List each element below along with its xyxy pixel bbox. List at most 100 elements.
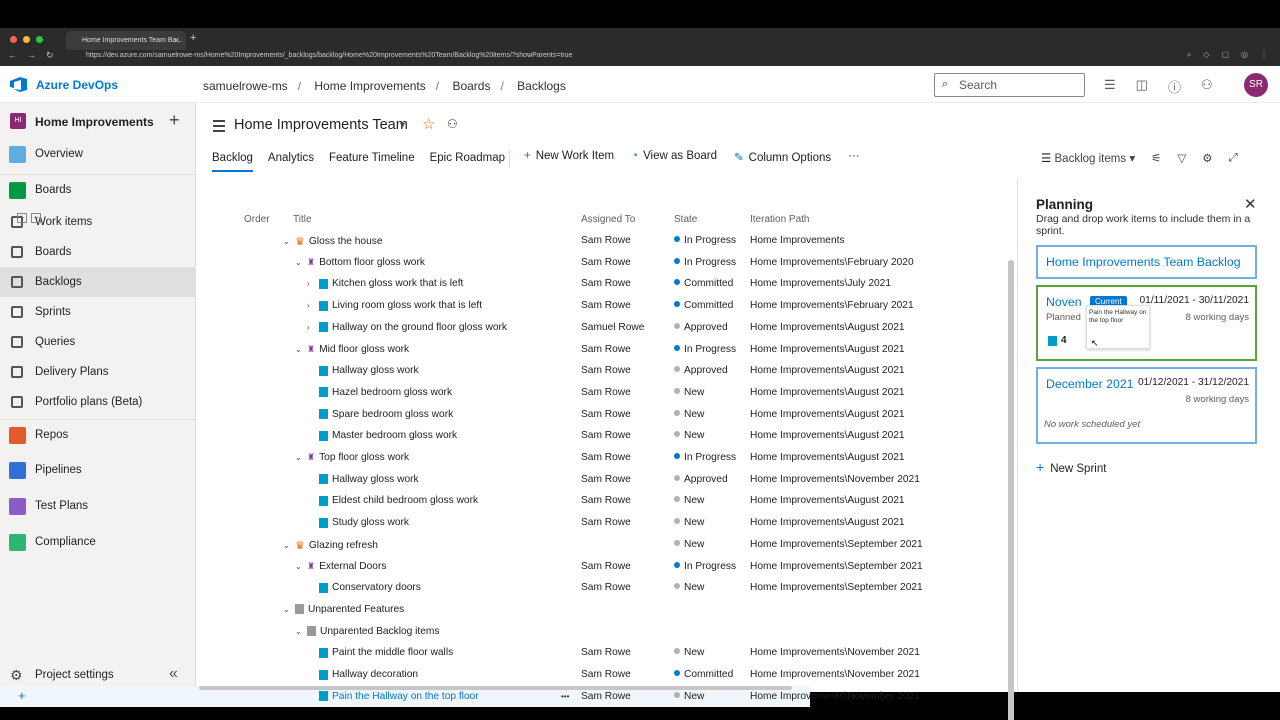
work-item-title[interactable]: Conservatory doors [332, 582, 421, 593]
menu-icon[interactable]: ⋮ [1260, 50, 1268, 60]
sprint-name[interactable]: Noven [1046, 295, 1082, 309]
work-item-title[interactable]: Hallway gloss work [332, 365, 419, 376]
new-tab-icon[interactable]: + [190, 32, 196, 44]
new-work-item-button[interactable]: + New Work Item [524, 150, 614, 168]
chevron-right-icon[interactable]: › [307, 279, 319, 288]
extension-icon[interactable]: ◎ [1241, 50, 1248, 60]
favorite-star-icon[interactable]: ☆ [422, 115, 435, 133]
team-backlog-card[interactable]: Home Improvements Team Backlog [1036, 245, 1257, 279]
table-row[interactable]: ⌄ ♜ External Doors Sam Rowe In Progress Home … [0, 556, 923, 578]
table-row[interactable]: ⌄ ♜ Mid floor gloss work Sam Rowe In Progres… [0, 339, 905, 361]
team-members-icon[interactable]: ⚇ [447, 117, 458, 131]
tab-backlog[interactable]: Backlog [212, 152, 253, 172]
table-row[interactable]: ⌄ ♛ Glazing refresh New Home Improvements\Se… [0, 534, 923, 556]
reload-icon[interactable]: ↻ [46, 50, 54, 61]
sprint-card-current[interactable]: Noven Current 01/11/2021 - 30/11/2021 Pl… [1036, 285, 1257, 361]
chevron-down-icon[interactable]: ⌄ [295, 258, 307, 267]
close-icon[interactable]: ✕ [1244, 195, 1257, 213]
address-bar[interactable]: https://dev.azure.com/samuelrowe-ms/Home… [86, 50, 1036, 63]
column-header-title[interactable]: Title [293, 208, 312, 230]
work-item-title[interactable]: Master bedroom gloss work [332, 430, 457, 441]
tab-analytics[interactable]: Analytics [268, 152, 314, 172]
avatar[interactable]: SR [1244, 73, 1268, 97]
window-controls[interactable] [10, 36, 43, 43]
work-item-title[interactable]: Hallway on the ground floor gloss work [332, 322, 507, 333]
chevron-down-icon[interactable]: ▾ [400, 120, 405, 131]
expand-all-icon[interactable]: + [17, 213, 27, 223]
table-row[interactable]: › Kitchen gloss work that is left Sam Rowe… [0, 273, 891, 295]
chevron-down-icon[interactable]: ⌄ [283, 605, 295, 614]
work-item-title[interactable]: Living room gloss work that is left [332, 300, 482, 311]
table-row[interactable]: Eldest child bedroom gloss work Sam Rowe N… [0, 490, 905, 512]
work-item-title[interactable]: Kitchen gloss work that is left [332, 278, 463, 289]
chevron-right-icon[interactable]: › [307, 301, 319, 310]
filter-icon[interactable]: ▽ [1177, 151, 1186, 165]
breadcrumb-org[interactable]: samuelrowe-ms [203, 79, 288, 93]
column-header-order[interactable]: Order [244, 208, 270, 230]
new-sprint-button[interactable]: + New Sprint [1036, 459, 1106, 475]
search-box[interactable]: ⌕ Search [934, 73, 1085, 97]
column-options-button[interactable]: ✎ Column Options [734, 150, 831, 168]
add-icon[interactable]: + [18, 688, 26, 703]
close-window-icon[interactable] [10, 36, 17, 43]
product-name[interactable]: Azure DevOps [36, 78, 118, 92]
breadcrumb-backlogs[interactable]: Backlogs [517, 79, 566, 93]
minimize-window-icon[interactable] [23, 36, 30, 43]
sidebar-item-overview[interactable]: Overview [0, 139, 196, 169]
table-row[interactable]: Master bedroom gloss work Sam Rowe New Home… [0, 425, 905, 447]
tab-feature-timeline[interactable]: Feature Timeline [329, 152, 415, 172]
maximize-window-icon[interactable] [36, 36, 43, 43]
work-item-title[interactable]: Paint the middle floor walls [332, 647, 453, 658]
chevron-down-icon[interactable]: ⌄ [295, 627, 307, 636]
work-item-title[interactable]: Mid floor gloss work [319, 344, 409, 355]
more-actions-icon[interactable]: ··· [848, 150, 860, 168]
column-header-assigned-to[interactable]: Assigned To [581, 208, 635, 230]
back-icon[interactable]: ← [8, 50, 17, 61]
extension-icon[interactable]: ◇ [1203, 50, 1209, 60]
shopping-bag-icon[interactable]: ◫ [1136, 77, 1148, 96]
chevron-down-icon[interactable]: ⌄ [295, 453, 307, 462]
table-row[interactable]: ⌄ Unparented Features [0, 599, 810, 621]
view-settings-icon[interactable]: ⚟ [1151, 151, 1161, 165]
work-item-title[interactable]: Hallway decoration [332, 669, 418, 680]
table-row[interactable]: Hallway decoration Sam Rowe Committed Home … [0, 664, 920, 686]
user-settings-icon[interactable]: ⚇ [1201, 77, 1213, 96]
browser-tab[interactable]: Home Improvements Team Ba... ✕ [66, 31, 186, 50]
table-row[interactable]: ⌄ Unparented Backlog items [0, 621, 810, 643]
collapse-all-icon[interactable]: − [31, 213, 41, 223]
project-header[interactable]: HI Home Improvements + [0, 103, 196, 139]
breadcrumb-boards[interactable]: Boards [452, 79, 490, 93]
sprint-card-december[interactable]: December 2021 01/12/2021 - 31/12/2021 8 … [1036, 367, 1257, 444]
chevron-right-icon[interactable]: › [307, 323, 319, 332]
table-row[interactable]: Conservatory doors Sam Rowe New Home Improv… [0, 577, 923, 599]
team-title[interactable]: Home Improvements Team [234, 117, 408, 133]
table-row[interactable]: Hallway gloss work Sam Rowe Approved Home I… [0, 469, 920, 491]
work-item-title[interactable]: Hallway gloss work [332, 474, 419, 485]
table-row[interactable]: Spare bedroom gloss work Sam Rowe New Home … [0, 404, 905, 426]
table-row[interactable]: ⌄ ♜ Top floor gloss work Sam Rowe In Progres… [0, 447, 905, 469]
work-item-title[interactable]: Unparented Features [308, 604, 404, 615]
extension-icon[interactable]: ▢ [1221, 50, 1229, 60]
work-item-title[interactable]: Top floor gloss work [319, 452, 409, 463]
breadcrumb-project[interactable]: Home Improvements [314, 79, 425, 93]
column-header-iteration-path[interactable]: Iteration Path [750, 208, 809, 230]
work-item-title[interactable]: Gloss the house [309, 236, 383, 247]
list-icon[interactable]: ☰ [1104, 77, 1116, 96]
table-row[interactable]: Hallway gloss work Sam Rowe Approved Home I… [0, 360, 905, 382]
work-item-title[interactable]: Hazel bedroom gloss work [332, 387, 452, 398]
table-row[interactable]: ⌄ ♛ Gloss the house Sam Rowe In Progress Home… [0, 230, 845, 252]
table-row[interactable]: ⌄ ♜ Bottom floor gloss work Sam Rowe In Prog… [0, 252, 914, 274]
table-row[interactable]: Study gloss work Sam Rowe New Home Improvem… [0, 512, 905, 534]
work-item-title[interactable]: Bottom floor gloss work [319, 257, 425, 268]
chevron-down-icon[interactable]: ⌄ [295, 562, 307, 571]
work-item-title[interactable]: External Doors [319, 561, 386, 572]
work-item-title[interactable]: Unparented Backlog items [320, 626, 439, 637]
forward-icon[interactable]: → [27, 50, 36, 61]
table-row[interactable]: › Living room gloss work that is left Sam … [0, 295, 914, 317]
chevron-down-icon[interactable]: ⌄ [295, 345, 307, 354]
work-item-title[interactable]: Pain the Hallway on the top floor [332, 691, 479, 702]
more-actions-icon[interactable]: ••• [561, 692, 569, 701]
work-item-title[interactable]: Glazing refresh [309, 540, 378, 551]
close-tab-icon[interactable]: ✕ [173, 36, 180, 45]
fullscreen-icon[interactable]: ⤢ [1229, 152, 1238, 165]
